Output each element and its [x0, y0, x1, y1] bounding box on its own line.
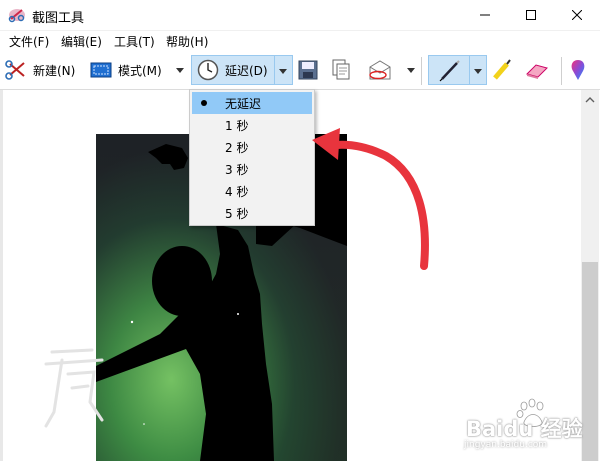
- new-snip-label: 新建(N): [33, 63, 76, 78]
- delay-option-label: 2 秒: [225, 141, 249, 155]
- delay-option-label: 3 秒: [225, 163, 249, 177]
- send-dropdown-icon[interactable]: [407, 68, 415, 73]
- delay-option-4[interactable]: 4 秒: [192, 180, 312, 202]
- canvas-edge: [0, 90, 3, 461]
- close-button[interactable]: [554, 0, 600, 30]
- delay-option-label: 5 秒: [225, 207, 249, 221]
- delay-option-label: 1 秒: [225, 119, 249, 133]
- menu-bar: 文件(F) 编辑(E) 工具(T) 帮助(H): [0, 31, 600, 51]
- new-scissors-icon: [5, 60, 25, 80]
- chevron-down-icon: [279, 69, 287, 74]
- pen-icon: [439, 60, 460, 82]
- mode-label: 模式(M): [118, 63, 162, 78]
- mode-button[interactable]: 模式(M): [90, 55, 162, 85]
- delay-option-label: 4 秒: [225, 185, 249, 199]
- close-icon: [572, 10, 582, 20]
- calligraphy-mark: [44, 348, 104, 428]
- scrollbar-thumb[interactable]: [582, 262, 598, 461]
- delay-option-5[interactable]: 5 秒: [192, 202, 312, 224]
- menu-edit[interactable]: 编辑(E): [61, 33, 102, 50]
- send-snip-button[interactable]: [367, 55, 393, 85]
- save-icon: [298, 60, 318, 80]
- toolbar: 新建(N) 模式(M) 延迟(D): [0, 51, 600, 90]
- delay-label: 延迟(D): [225, 63, 268, 78]
- menu-help[interactable]: 帮助(H): [166, 33, 208, 50]
- app-scissors-icon: [8, 9, 25, 23]
- mode-dropdown-icon[interactable]: [176, 68, 184, 73]
- delay-option-3[interactable]: 3 秒: [192, 158, 312, 180]
- scroll-up-icon[interactable]: [581, 93, 599, 107]
- maximize-button[interactable]: [508, 0, 554, 30]
- toolbar-separator: [421, 57, 422, 85]
- minimize-button[interactable]: [462, 0, 508, 30]
- clock-icon: [197, 59, 219, 81]
- maximize-icon: [526, 10, 536, 20]
- highlighter-icon: [493, 59, 511, 80]
- selected-bullet-icon: [201, 100, 207, 106]
- delay-dropdown-button[interactable]: [275, 55, 293, 85]
- title-bar: 截图工具: [0, 0, 600, 31]
- delay-option-none[interactable]: 无延迟: [192, 92, 312, 114]
- menu-file[interactable]: 文件(F): [9, 33, 49, 50]
- highlighter-button[interactable]: [491, 55, 513, 85]
- toolbar-separator: [561, 57, 562, 85]
- send-mail-icon: [369, 60, 391, 80]
- delay-option-1[interactable]: 1 秒: [192, 114, 312, 136]
- save-button[interactable]: [298, 55, 318, 85]
- eraser-button[interactable]: [524, 55, 550, 85]
- watermark-url: jingyan.baidu.com: [464, 440, 548, 450]
- snipping-tool-window: 截图工具 文件(F) 编辑(E) 工具(T) 帮助(H) 新建(N) 模式(M)…: [0, 0, 600, 461]
- chevron-down-icon: [474, 69, 482, 74]
- paint3d-button[interactable]: [569, 55, 587, 85]
- window-title: 截图工具: [32, 11, 85, 26]
- pen-button[interactable]: [428, 55, 470, 85]
- delay-button[interactable]: 延迟(D): [191, 55, 275, 85]
- delay-dropdown-menu: 无延迟 1 秒 2 秒 3 秒 4 秒 5 秒: [189, 89, 315, 226]
- copy-icon: [332, 59, 350, 80]
- watermark-text: Baidu 经验: [466, 417, 583, 441]
- paint3d-icon: [571, 60, 585, 80]
- delay-option-label: 无延迟: [225, 97, 262, 111]
- minimize-icon: [480, 14, 490, 16]
- new-snip-button[interactable]: 新建(N): [4, 55, 75, 85]
- mode-rect-icon: [90, 62, 112, 78]
- copy-button[interactable]: [331, 55, 351, 85]
- vertical-scrollbar[interactable]: [581, 90, 599, 461]
- eraser-icon: [526, 64, 548, 79]
- delay-option-2[interactable]: 2 秒: [192, 136, 312, 158]
- menu-tools[interactable]: 工具(T): [114, 33, 155, 50]
- annotation-arrow: [312, 128, 429, 270]
- pen-dropdown-button[interactable]: [470, 55, 487, 85]
